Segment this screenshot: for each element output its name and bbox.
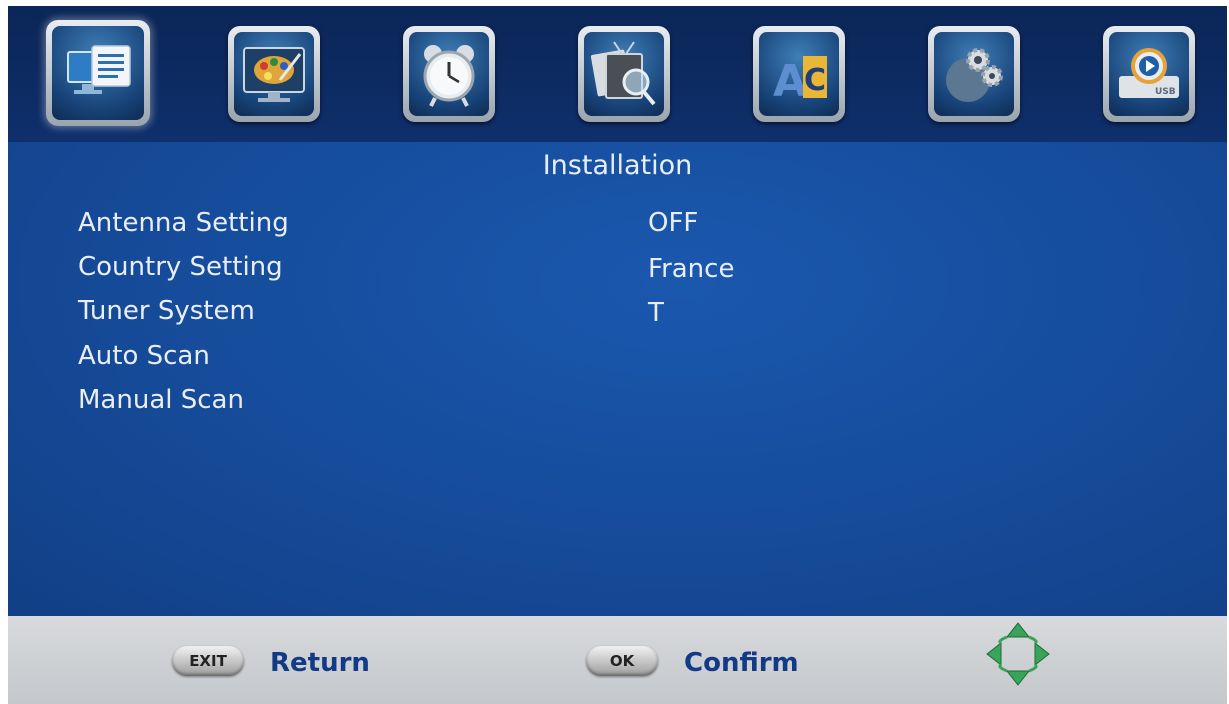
direction-arrows-icon (986, 622, 1050, 686)
channel-tab[interactable] (578, 26, 670, 122)
return-label: Return (270, 648, 370, 678)
installation-icon (52, 26, 144, 120)
timer-tab[interactable] (403, 26, 495, 122)
language-icon: A C (759, 32, 839, 116)
installation-panel: Installation Antenna Setting OFF Country… (8, 142, 1227, 616)
exit-key-badge: EXIT (172, 646, 244, 676)
settings-gears-icon (934, 32, 1014, 116)
usb-tab[interactable]: USB (1103, 26, 1195, 122)
usb-text: USB (1155, 87, 1176, 97)
menu-item-tuner-system[interactable]: Tuner System (78, 296, 255, 326)
menu-item-manual-scan[interactable]: Manual Scan (78, 385, 244, 415)
confirm-label: Confirm (684, 648, 799, 678)
usb-media-icon: USB (1109, 32, 1189, 116)
svg-text:A: A (773, 56, 807, 107)
ok-key-badge: OK (586, 646, 658, 676)
installation-tab[interactable] (46, 20, 150, 126)
timer-clock-icon (409, 32, 489, 116)
language-tab[interactable]: A C (753, 26, 845, 122)
menu-item-antenna-setting[interactable]: Antenna Setting (78, 208, 289, 238)
country-setting-value[interactable]: France (648, 254, 734, 284)
menu-item-country-setting[interactable]: Country Setting (78, 252, 283, 282)
tv-screen: A C USB Installation Antenna Setting OFF… (8, 6, 1227, 704)
top-menu-bar: A C USB (8, 6, 1227, 142)
settings-tab[interactable] (928, 26, 1020, 122)
tuner-system-value[interactable]: T (648, 298, 664, 328)
antenna-setting-value[interactable]: OFF (648, 208, 698, 238)
picture-icon (234, 32, 314, 116)
page-title: Installation (542, 150, 693, 181)
picture-tab[interactable] (228, 26, 320, 122)
svg-text:C: C (804, 63, 826, 98)
menu-item-auto-scan[interactable]: Auto Scan (78, 341, 210, 371)
channel-search-icon (584, 32, 664, 116)
